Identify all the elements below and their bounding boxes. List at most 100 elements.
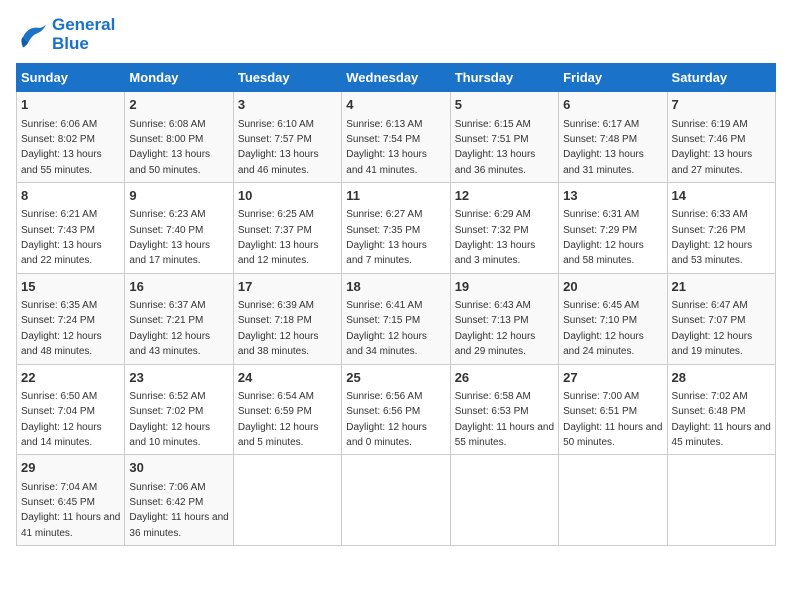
calendar-cell: 10 Sunrise: 6:25 AM Sunset: 7:37 PM Dayl… bbox=[233, 183, 341, 274]
calendar-header: SundayMondayTuesdayWednesdayThursdayFrid… bbox=[17, 64, 776, 92]
sunset: Sunset: 6:45 PM bbox=[21, 497, 95, 508]
daylight: Daylight: 11 hours and 45 minutes. bbox=[672, 422, 771, 448]
daylight: Daylight: 12 hours and 10 minutes. bbox=[129, 422, 210, 448]
day-number: 13 bbox=[563, 187, 662, 205]
sunset: Sunset: 7:15 PM bbox=[346, 315, 420, 326]
calendar-week-5: 29 Sunrise: 7:04 AM Sunset: 6:45 PM Dayl… bbox=[17, 455, 776, 546]
sunset: Sunset: 6:59 PM bbox=[238, 406, 312, 417]
calendar-cell: 19 Sunrise: 6:43 AM Sunset: 7:13 PM Dayl… bbox=[450, 273, 558, 364]
sunrise: Sunrise: 7:06 AM bbox=[129, 482, 205, 493]
daylight: Daylight: 12 hours and 29 minutes. bbox=[455, 331, 536, 357]
sunset: Sunset: 7:29 PM bbox=[563, 225, 637, 236]
sunrise: Sunrise: 6:43 AM bbox=[455, 300, 531, 311]
sunrise: Sunrise: 6:41 AM bbox=[346, 300, 422, 311]
calendar-cell: 1 Sunrise: 6:06 AM Sunset: 8:02 PM Dayli… bbox=[17, 92, 125, 183]
calendar-cell bbox=[233, 455, 341, 546]
day-number: 28 bbox=[672, 369, 771, 387]
weekday-header-friday: Friday bbox=[559, 64, 667, 92]
calendar-cell: 6 Sunrise: 6:17 AM Sunset: 7:48 PM Dayli… bbox=[559, 92, 667, 183]
sunset: Sunset: 7:13 PM bbox=[455, 315, 529, 326]
calendar-cell: 4 Sunrise: 6:13 AM Sunset: 7:54 PM Dayli… bbox=[342, 92, 450, 183]
daylight: Daylight: 13 hours and 41 minutes. bbox=[346, 149, 427, 175]
sunset: Sunset: 6:53 PM bbox=[455, 406, 529, 417]
sunset: Sunset: 6:48 PM bbox=[672, 406, 746, 417]
sunrise: Sunrise: 6:23 AM bbox=[129, 209, 205, 220]
sunset: Sunset: 7:21 PM bbox=[129, 315, 203, 326]
day-number: 18 bbox=[346, 278, 445, 296]
daylight: Daylight: 11 hours and 55 minutes. bbox=[455, 422, 554, 448]
calendar-cell: 5 Sunrise: 6:15 AM Sunset: 7:51 PM Dayli… bbox=[450, 92, 558, 183]
sunset: Sunset: 6:56 PM bbox=[346, 406, 420, 417]
daylight: Daylight: 12 hours and 38 minutes. bbox=[238, 331, 319, 357]
sunrise: Sunrise: 6:37 AM bbox=[129, 300, 205, 311]
sunset: Sunset: 7:10 PM bbox=[563, 315, 637, 326]
calendar-cell bbox=[559, 455, 667, 546]
daylight: Daylight: 13 hours and 17 minutes. bbox=[129, 240, 210, 266]
calendar-cell: 15 Sunrise: 6:35 AM Sunset: 7:24 PM Dayl… bbox=[17, 273, 125, 364]
day-number: 10 bbox=[238, 187, 337, 205]
day-number: 3 bbox=[238, 96, 337, 114]
daylight: Daylight: 12 hours and 58 minutes. bbox=[563, 240, 644, 266]
sunset: Sunset: 7:32 PM bbox=[455, 225, 529, 236]
weekday-header-wednesday: Wednesday bbox=[342, 64, 450, 92]
sunrise: Sunrise: 6:56 AM bbox=[346, 391, 422, 402]
daylight: Daylight: 12 hours and 53 minutes. bbox=[672, 240, 753, 266]
sunset: Sunset: 7:07 PM bbox=[672, 315, 746, 326]
logo: General Blue bbox=[16, 16, 115, 53]
calendar-cell bbox=[342, 455, 450, 546]
sunrise: Sunrise: 6:35 AM bbox=[21, 300, 97, 311]
calendar-cell: 20 Sunrise: 6:45 AM Sunset: 7:10 PM Dayl… bbox=[559, 273, 667, 364]
calendar-cell: 8 Sunrise: 6:21 AM Sunset: 7:43 PM Dayli… bbox=[17, 183, 125, 274]
daylight: Daylight: 13 hours and 27 minutes. bbox=[672, 149, 753, 175]
sunset: Sunset: 7:02 PM bbox=[129, 406, 203, 417]
logo-icon bbox=[16, 19, 48, 51]
sunrise: Sunrise: 6:13 AM bbox=[346, 119, 422, 130]
sunset: Sunset: 8:02 PM bbox=[21, 134, 95, 145]
sunset: Sunset: 7:40 PM bbox=[129, 225, 203, 236]
sunrise: Sunrise: 6:58 AM bbox=[455, 391, 531, 402]
sunrise: Sunrise: 7:04 AM bbox=[21, 482, 97, 493]
day-number: 26 bbox=[455, 369, 554, 387]
sunset: Sunset: 7:54 PM bbox=[346, 134, 420, 145]
calendar-week-1: 1 Sunrise: 6:06 AM Sunset: 8:02 PM Dayli… bbox=[17, 92, 776, 183]
sunset: Sunset: 7:35 PM bbox=[346, 225, 420, 236]
calendar-week-2: 8 Sunrise: 6:21 AM Sunset: 7:43 PM Dayli… bbox=[17, 183, 776, 274]
sunset: Sunset: 6:42 PM bbox=[129, 497, 203, 508]
daylight: Daylight: 13 hours and 50 minutes. bbox=[129, 149, 210, 175]
sunrise: Sunrise: 6:45 AM bbox=[563, 300, 639, 311]
sunrise: Sunrise: 6:33 AM bbox=[672, 209, 748, 220]
daylight: Daylight: 13 hours and 36 minutes. bbox=[455, 149, 536, 175]
day-number: 24 bbox=[238, 369, 337, 387]
calendar-cell bbox=[667, 455, 775, 546]
day-number: 8 bbox=[21, 187, 120, 205]
sunrise: Sunrise: 6:15 AM bbox=[455, 119, 531, 130]
sunrise: Sunrise: 6:25 AM bbox=[238, 209, 314, 220]
sunset: Sunset: 7:24 PM bbox=[21, 315, 95, 326]
day-number: 19 bbox=[455, 278, 554, 296]
calendar-cell: 11 Sunrise: 6:27 AM Sunset: 7:35 PM Dayl… bbox=[342, 183, 450, 274]
sunrise: Sunrise: 6:39 AM bbox=[238, 300, 314, 311]
day-number: 6 bbox=[563, 96, 662, 114]
sunset: Sunset: 7:04 PM bbox=[21, 406, 95, 417]
day-number: 16 bbox=[129, 278, 228, 296]
calendar-cell: 17 Sunrise: 6:39 AM Sunset: 7:18 PM Dayl… bbox=[233, 273, 341, 364]
sunrise: Sunrise: 7:00 AM bbox=[563, 391, 639, 402]
sunset: Sunset: 7:46 PM bbox=[672, 134, 746, 145]
daylight: Daylight: 12 hours and 34 minutes. bbox=[346, 331, 427, 357]
sunset: Sunset: 8:00 PM bbox=[129, 134, 203, 145]
day-number: 11 bbox=[346, 187, 445, 205]
sunrise: Sunrise: 6:47 AM bbox=[672, 300, 748, 311]
sunset: Sunset: 7:18 PM bbox=[238, 315, 312, 326]
day-number: 12 bbox=[455, 187, 554, 205]
sunrise: Sunrise: 6:31 AM bbox=[563, 209, 639, 220]
weekday-header-tuesday: Tuesday bbox=[233, 64, 341, 92]
calendar-cell: 28 Sunrise: 7:02 AM Sunset: 6:48 PM Dayl… bbox=[667, 364, 775, 455]
daylight: Daylight: 12 hours and 0 minutes. bbox=[346, 422, 427, 448]
calendar-cell: 13 Sunrise: 6:31 AM Sunset: 7:29 PM Dayl… bbox=[559, 183, 667, 274]
page-header: General Blue bbox=[16, 16, 776, 53]
day-number: 22 bbox=[21, 369, 120, 387]
calendar-cell: 2 Sunrise: 6:08 AM Sunset: 8:00 PM Dayli… bbox=[125, 92, 233, 183]
daylight: Daylight: 13 hours and 22 minutes. bbox=[21, 240, 102, 266]
sunset: Sunset: 7:51 PM bbox=[455, 134, 529, 145]
day-number: 27 bbox=[563, 369, 662, 387]
